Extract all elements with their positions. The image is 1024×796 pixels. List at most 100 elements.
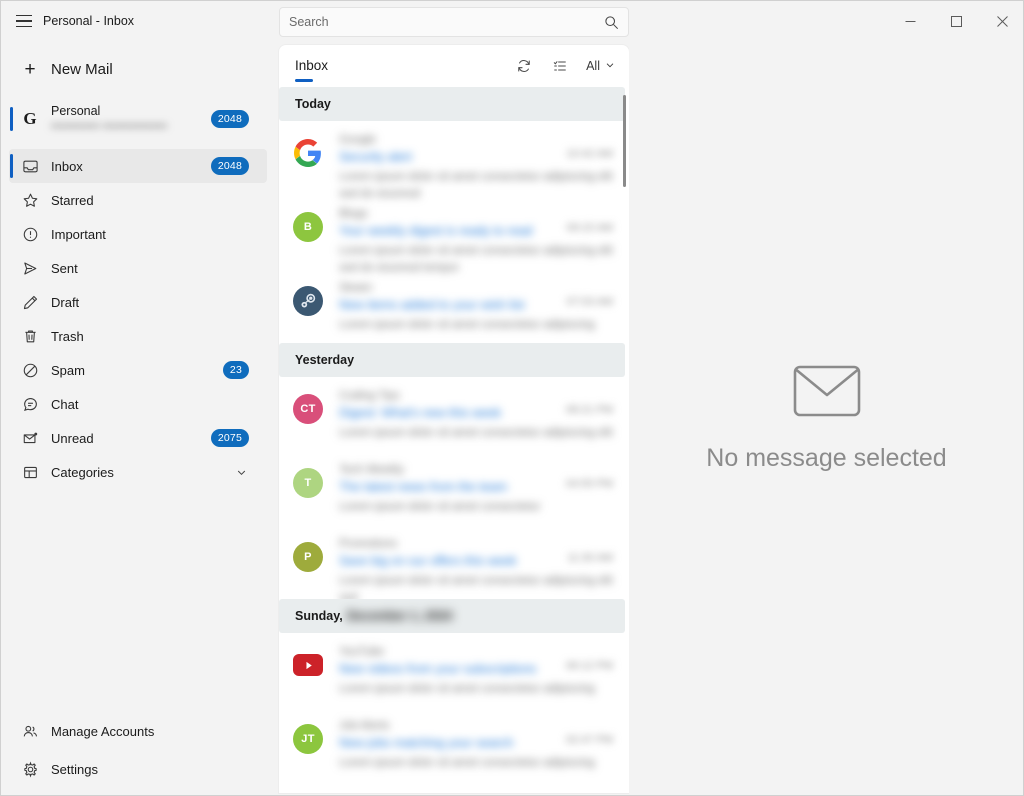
- message-subject: New videos from your subscriptions: [339, 662, 537, 676]
- chevron-down-icon[interactable]: [236, 467, 247, 478]
- account-unread-badge: 2048: [210, 110, 249, 128]
- message-row[interactable]: CT Coding Tips Digest: What's new this w…: [279, 377, 629, 451]
- new-mail-label: New Mail: [51, 60, 113, 78]
- message-sender: Job Alerts: [339, 720, 390, 732]
- group-header-sunday: Sunday, December 1, 2024: [279, 599, 625, 633]
- sidebar-item-label: Sent: [51, 260, 78, 276]
- message-time: 02:47 PM: [565, 734, 613, 746]
- message-preview: Lorem ipsum dolor sit amet consectetur a…: [339, 757, 595, 769]
- selection-indicator: [10, 107, 13, 131]
- tab-active-underline: [295, 79, 313, 82]
- pencil-icon: [19, 294, 41, 311]
- search-input[interactable]: [289, 15, 604, 29]
- sync-icon[interactable]: [514, 56, 534, 76]
- sidebar-item-categories[interactable]: Categories: [9, 455, 267, 489]
- message-row[interactable]: P Promotions Save big on our offers this…: [279, 525, 629, 604]
- chat-icon: [19, 396, 41, 413]
- avatar-initials: JT: [301, 733, 315, 745]
- unread-mail-icon: [19, 430, 41, 447]
- hamburger-menu-icon[interactable]: [1, 1, 47, 41]
- maximize-button[interactable]: [933, 1, 979, 41]
- search-icon[interactable]: [604, 15, 619, 30]
- group-header-date: December 1, 2024: [346, 609, 453, 623]
- group-header-yesterday: Yesterday: [279, 343, 625, 377]
- avatar: B: [293, 212, 323, 242]
- google-logo-icon: [293, 138, 323, 168]
- sidebar: + New Mail G Personal •••••••••••• •••••…: [1, 41, 275, 795]
- message-sender: Promotions: [339, 538, 398, 550]
- message-preview: Lorem ipsum dolor sit amet consectetur a…: [339, 319, 595, 331]
- scrollbar-thumb[interactable]: [623, 95, 626, 187]
- trash-icon: [19, 328, 41, 345]
- sidebar-item-important[interactable]: Important: [9, 217, 267, 251]
- block-icon: [19, 362, 41, 379]
- sidebar-item-settings[interactable]: Settings: [9, 750, 267, 788]
- avatar-initials: CT: [300, 403, 316, 415]
- sidebar-item-label: Settings: [51, 761, 98, 777]
- message-row[interactable]: B Blogs Your weekly digest is ready to r…: [279, 195, 629, 274]
- sidebar-item-label: Starred: [51, 192, 94, 208]
- sidebar-item-draft[interactable]: Draft: [9, 285, 267, 319]
- window-controls: [887, 1, 1023, 41]
- sidebar-item-unread[interactable]: Unread 2075: [9, 421, 267, 455]
- message-time: 04:55 PM: [565, 478, 613, 490]
- minimize-button[interactable]: [887, 1, 933, 41]
- sidebar-item-chat[interactable]: Chat: [9, 387, 267, 421]
- message-row[interactable]: Google Security alert Lorem ipsum dolor …: [279, 121, 629, 200]
- grid-icon: [19, 464, 41, 481]
- avatar: T: [293, 468, 323, 498]
- envelope-icon: [793, 365, 861, 422]
- message-sender: Steam: [339, 282, 373, 294]
- sidebar-bottom: Manage Accounts Settings: [1, 712, 275, 795]
- sidebar-item-label: Important: [51, 226, 106, 242]
- search-bar[interactable]: [279, 7, 629, 37]
- account-personal[interactable]: G Personal •••••••••••• ••••••••••••••••…: [9, 95, 267, 143]
- reading-pane: No message selected: [629, 41, 1023, 795]
- empty-state-text: No message selected: [706, 443, 947, 472]
- avatar: P: [293, 542, 323, 572]
- message-row[interactable]: JT Job Alerts New jobs matching your sea…: [279, 707, 629, 781]
- mail-app-window: Personal - Inbox + New Mail: [0, 0, 1024, 796]
- sidebar-item-inbox[interactable]: Inbox 2048: [9, 149, 267, 183]
- selection-indicator: [10, 154, 13, 178]
- sidebar-item-label: Spam: [51, 362, 85, 378]
- spam-badge: 23: [222, 361, 249, 379]
- chevron-down-icon: [605, 59, 615, 73]
- sidebar-item-sent[interactable]: Sent: [9, 251, 267, 285]
- message-subject: Save big on our offers this week: [339, 554, 517, 568]
- filter-label: All: [586, 59, 600, 73]
- folder-nav: Inbox 2048 Starred Important Sent Draft …: [1, 149, 275, 489]
- people-icon: [19, 723, 41, 740]
- message-list-scroll-area[interactable]: Today Google Security alert Lorem ipsum …: [279, 87, 629, 793]
- sidebar-item-label: Categories: [51, 464, 114, 480]
- message-sender: YouTube: [339, 646, 385, 658]
- message-row[interactable]: Steam New items added to your wish list …: [279, 269, 629, 343]
- message-time: 10:42 AM: [566, 148, 613, 160]
- youtube-logo-icon: [293, 654, 323, 676]
- list-view-icon[interactable]: [550, 56, 570, 76]
- message-sender: Google: [339, 134, 377, 146]
- sidebar-item-trash[interactable]: Trash: [9, 319, 267, 353]
- message-row[interactable]: YouTube New videos from your subscriptio…: [279, 633, 629, 707]
- message-subject: New items added to your wish list: [339, 298, 525, 312]
- message-time: 11:30 AM: [567, 552, 613, 564]
- message-preview: Lorem ipsum dolor sit amet consectetur: [339, 501, 541, 513]
- avatar: CT: [293, 394, 323, 424]
- message-list-scrollbar[interactable]: [623, 87, 626, 793]
- filter-dropdown[interactable]: All: [586, 59, 615, 73]
- steam-logo-icon: [293, 286, 323, 316]
- sidebar-item-label: Manage Accounts: [51, 723, 155, 739]
- avatar-initials: T: [304, 477, 312, 489]
- message-time: 09:15 AM: [566, 222, 613, 234]
- close-button[interactable]: [979, 1, 1023, 41]
- new-mail-button[interactable]: + New Mail: [9, 49, 267, 89]
- sidebar-item-spam[interactable]: Spam 23: [9, 353, 267, 387]
- sidebar-item-label: Unread: [51, 430, 94, 446]
- message-list-toolbar: Inbox All: [279, 45, 629, 87]
- message-sender: Tech Weekly: [339, 464, 404, 476]
- google-g-icon: G: [23, 109, 37, 128]
- tab-inbox[interactable]: Inbox: [295, 58, 328, 82]
- sidebar-item-manage-accounts[interactable]: Manage Accounts: [9, 712, 267, 750]
- sidebar-item-starred[interactable]: Starred: [9, 183, 267, 217]
- message-row[interactable]: T Tech Weekly The latest news from the t…: [279, 451, 629, 525]
